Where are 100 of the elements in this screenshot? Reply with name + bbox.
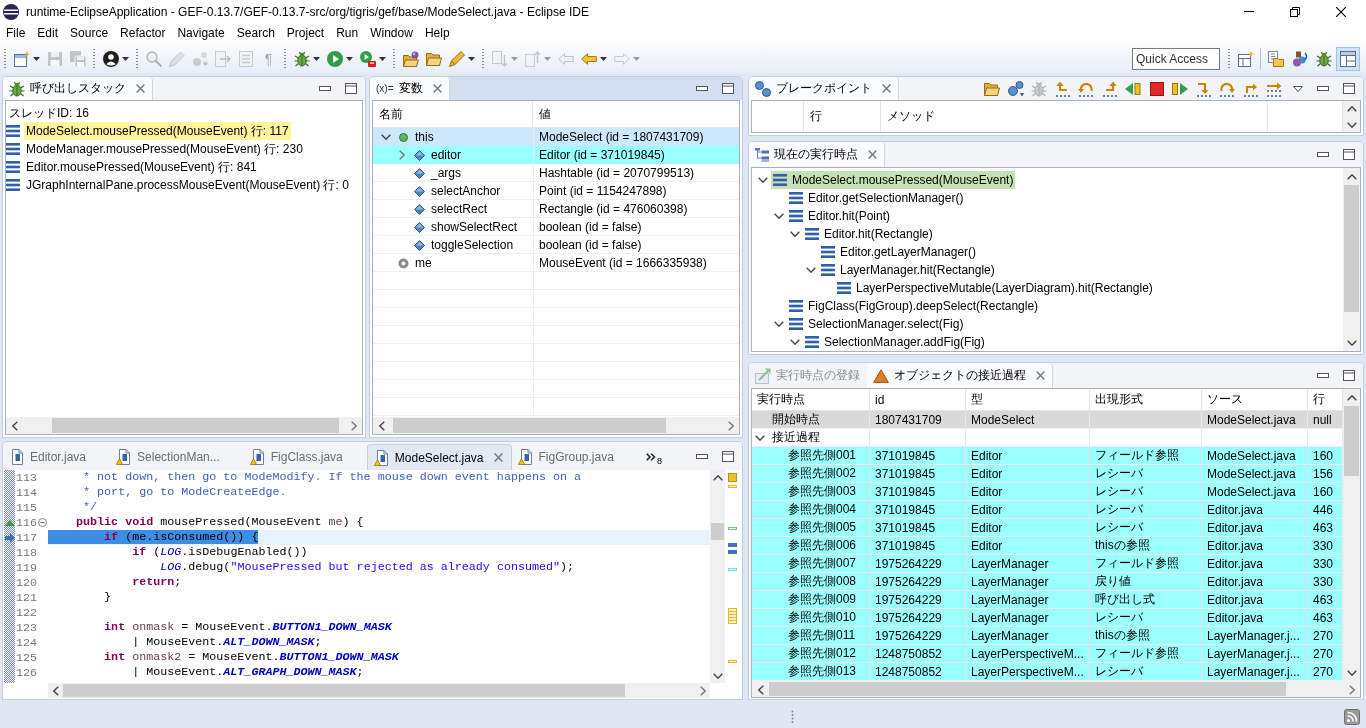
chevron-down-icon[interactable] [790, 339, 800, 345]
table-row[interactable]: 参照先側012 1248750852 LayerPerspectiveM... フィールド参照 LayerManager.j... 270 [752, 645, 1343, 663]
chevron-down-icon[interactable] [1346, 121, 1357, 128]
table-row[interactable]: 参照先側001 371019845 Editor フィールド参照 ModeSelect.java 160 [752, 447, 1343, 465]
chevron-down-icon[interactable] [774, 321, 784, 327]
marker-icon[interactable] [728, 550, 737, 554]
table-row[interactable]: 参照先側003 371019845 Editor レシーバ ModeSelect.java 160 [752, 483, 1343, 501]
tree-item[interactable]: LayerManager.hit(Rectangle) [819, 261, 997, 279]
chevron-left-icon[interactable] [52, 685, 59, 696]
table-row[interactable]: selectAnchor Point (id = 1154247898) [373, 182, 739, 200]
scrollbar[interactable] [752, 681, 1360, 697]
chevron-left-icon[interactable] [378, 420, 385, 431]
maximize-icon[interactable] [1343, 83, 1355, 94]
restore-icon[interactable] [1290, 6, 1300, 17]
table-row[interactable]: 参照先側006 371019845 Editor thisの参照 Editor.java 330 [752, 537, 1343, 555]
column-header[interactable]: メソッド [881, 101, 1268, 132]
scrollbar[interactable] [1343, 101, 1360, 132]
menu-item[interactable]: Window [364, 23, 419, 43]
menu-item[interactable]: Navigate [171, 23, 231, 43]
caret-icon[interactable] [312, 56, 320, 61]
column-header[interactable]: 出現形式 [1090, 389, 1202, 410]
more-tabs-button[interactable]: 8 [645, 444, 662, 470]
chevron-down-icon[interactable] [806, 267, 816, 273]
chevron-right-icon[interactable] [399, 150, 405, 160]
chevron-down-icon[interactable] [1346, 669, 1357, 676]
tree-item[interactable]: Editor.getSelectionManager() [787, 189, 966, 207]
menu-item[interactable]: Help [418, 23, 456, 43]
folder-ball-icon[interactable] [402, 50, 419, 67]
table-row[interactable]: this ModeSelect (id = 1807431709) [373, 128, 739, 146]
scrollbar-thumb[interactable] [51, 418, 339, 433]
caret-icon[interactable] [32, 56, 40, 61]
chevron-up-icon[interactable] [1346, 105, 1357, 112]
chevron-right-icon[interactable] [350, 420, 357, 431]
chevron-left-icon[interactable] [11, 420, 18, 431]
scrollbar-thumb[interactable] [63, 684, 626, 697]
scrollbar-thumb[interactable] [1344, 185, 1359, 312]
open-folder-icon[interactable] [425, 50, 442, 67]
chevron-down-icon[interactable] [1346, 339, 1357, 346]
chevron-down-icon[interactable] [381, 134, 391, 140]
view-tab[interactable]: ブレークポイント [749, 77, 899, 100]
table-row[interactable]: 参照先側004 371019845 Editor レシーバ Editor.java 446 [752, 501, 1343, 519]
chevron-left-icon[interactable] [757, 684, 764, 695]
tree-item[interactable]: Editor.hit(Point) [787, 207, 893, 225]
chevron-down-icon[interactable] [758, 177, 768, 183]
chevron-right-icon[interactable] [699, 685, 706, 696]
table-row[interactable]: 参照先側008 1975264229 LayerManager 戻り値 Editor.java 330 [752, 573, 1343, 591]
marker-icon[interactable] [728, 473, 737, 482]
stack-frame[interactable]: ModeManager.mousePressed(MouseEvent) 行: 230 [24, 140, 305, 158]
table-row[interactable]: selectRect Rectangle (id = 476060398) [373, 200, 739, 218]
minimize-icon[interactable] [696, 86, 708, 91]
menu-item[interactable]: Project [280, 23, 331, 43]
scrollbar[interactable] [1343, 389, 1360, 681]
caret-icon[interactable] [345, 56, 353, 61]
menu-item[interactable]: Run [330, 23, 365, 43]
marker-icon[interactable] [728, 660, 737, 663]
triangle-down-icon[interactable] [1293, 85, 1303, 92]
quick-access-field[interactable]: Quick Access [1132, 47, 1220, 70]
tree-item[interactable]: Editor.hit(Rectangle) [803, 225, 935, 243]
column-header[interactable]: 実行時点 [752, 389, 870, 410]
tree-item[interactable]: SelectionManager.select(Fig) [787, 315, 966, 333]
minimize-icon[interactable] [319, 86, 331, 91]
menu-item[interactable]: Refactor [114, 23, 172, 43]
scrollbar[interactable] [373, 417, 739, 434]
menu-item[interactable]: File [0, 23, 32, 43]
circles-icon[interactable] [1007, 80, 1024, 97]
editor-tab[interactable]: ModeSelect.java [366, 444, 512, 470]
marker-icon[interactable] [728, 568, 737, 571]
minus-circle-icon[interactable] [38, 518, 48, 527]
menu-item[interactable]: Edit [31, 23, 65, 43]
marker-icon[interactable] [728, 485, 737, 488]
open-folder-icon[interactable] [984, 80, 1001, 97]
right-arrow-icon[interactable] [1266, 80, 1283, 97]
chevron-down-icon[interactable] [755, 434, 765, 441]
chevron-down-icon[interactable] [712, 672, 723, 679]
scrollbar[interactable] [48, 683, 710, 698]
drag-handle-icon[interactable] [791, 710, 794, 724]
editor-tab[interactable]: SelectionMan... [110, 444, 244, 470]
chevron-down-icon[interactable] [774, 213, 784, 219]
column-header[interactable]: id [870, 389, 966, 410]
caret-icon[interactable] [467, 56, 475, 61]
stop-icon[interactable] [1148, 80, 1165, 97]
user-circle-icon[interactable] [102, 50, 119, 67]
scrollbar-thumb[interactable] [393, 418, 666, 433]
play-toolbox-icon[interactable] [359, 50, 376, 67]
editor-tab[interactable]: Editor.java [3, 444, 111, 470]
menu-item[interactable]: Source [64, 23, 115, 43]
column-header[interactable]: 値 [533, 101, 739, 127]
column-header[interactable]: 型 [966, 389, 1090, 410]
bent-arrow-icon[interactable] [1195, 80, 1212, 97]
chevron-right-icon[interactable] [1348, 684, 1355, 695]
view-tab[interactable]: 呼び出しスタック [3, 77, 153, 100]
caret-icon[interactable] [599, 56, 607, 61]
close-icon[interactable] [1336, 6, 1346, 17]
scrollbar-thumb[interactable] [711, 523, 724, 540]
editor-tab[interactable]: FigClass.java [243, 444, 367, 470]
table-row[interactable]: toggleSelection boolean (id = false) [373, 236, 739, 254]
marker-icon[interactable] [728, 608, 737, 624]
chevron-right-icon[interactable] [727, 420, 734, 431]
table-row[interactable]: _args Hashtable (id = 2070799513) [373, 164, 739, 182]
perspective-button[interactable] [1336, 46, 1360, 71]
